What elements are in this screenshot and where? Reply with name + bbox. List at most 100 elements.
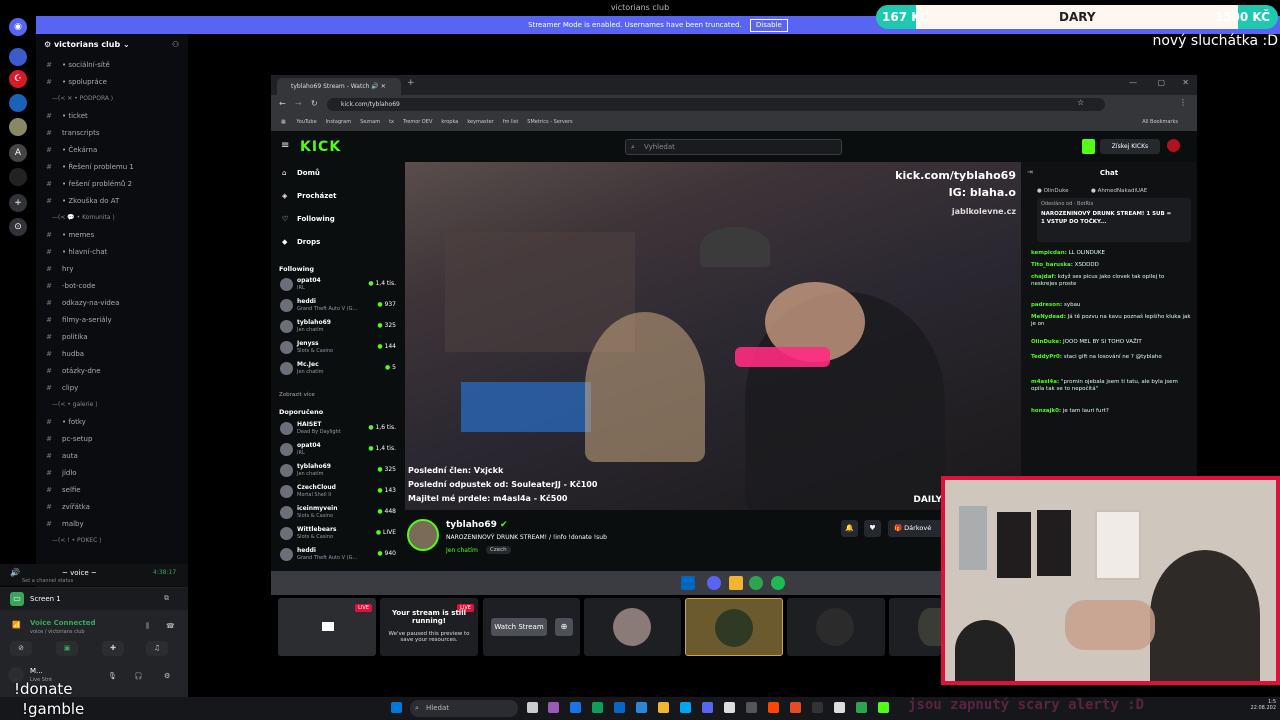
channel-item[interactable]: # otázky-dne — [36, 363, 188, 379]
participant-tile[interactable] — [685, 598, 783, 656]
channel-item[interactable]: # pc-setup — [36, 431, 188, 447]
popout-icon[interactable]: ⧉ — [164, 594, 169, 603]
app-icon[interactable] — [790, 702, 801, 713]
discord-home-icon[interactable]: ◉ — [9, 18, 27, 36]
heart-icon[interactable]: ♥ — [864, 520, 881, 537]
channel-list-item[interactable]: iceinmyvein Slots & Casino ● 448 — [279, 503, 399, 523]
bookmark-item[interactable]: Instagram — [326, 119, 351, 125]
nav-home[interactable]: Domů — [297, 169, 320, 177]
all-bookmarks[interactable]: All Bookmarks — [1142, 114, 1178, 131]
channel-item[interactable]: # selfie — [36, 482, 188, 498]
stream-tag[interactable]: Czech — [486, 546, 511, 554]
bookmark-item[interactable]: YouTube — [296, 119, 316, 125]
screen-share-row[interactable]: ▭ Screen 1 ⧉ — [0, 588, 188, 610]
popout-icon[interactable]: ⊕ — [555, 618, 573, 636]
channel-item[interactable]: # • hlavní-chat — [36, 244, 188, 260]
reload-icon[interactable]: ↻ — [311, 99, 318, 108]
voice-channel-row[interactable]: 🔊 ~ voice ~ 4:38:17 Set a channel status — [0, 564, 188, 586]
channel-item[interactable]: # hry — [36, 261, 188, 277]
collapse-icon[interactable]: ⇥ — [1027, 168, 1033, 176]
channel-list-item[interactable]: opat04 IRL ● 1,4 tis. — [279, 275, 399, 295]
participant-tile[interactable] — [584, 598, 681, 656]
microphone-icon[interactable]: 🎙 — [108, 672, 117, 680]
nav-drops[interactable]: Drops — [297, 238, 320, 246]
server-icon[interactable] — [9, 168, 27, 186]
channel-item[interactable]: # • fotky — [36, 414, 188, 430]
nav-browse[interactable]: Procházet — [297, 192, 336, 200]
channel-list-item[interactable]: Mc.Jec Jen chatím ● 5 — [279, 359, 399, 379]
start-icon[interactable] — [391, 702, 402, 713]
show-more-link[interactable]: Zobrazit více — [279, 392, 315, 398]
channel-list-item[interactable]: heddi Grand Theft Auto V (G... ● 940 — [279, 545, 399, 565]
channel-item[interactable]: # zvířátka — [36, 499, 188, 515]
back-icon[interactable]: ← — [279, 99, 286, 108]
share-preview[interactable]: LIVE — [278, 598, 376, 656]
channel-list-item[interactable]: tyblaho69 Jen chatím ● 325 — [279, 317, 399, 337]
bookmark-item[interactable]: Seznam — [360, 119, 380, 125]
chat-username[interactable]: honzajk0: — [1031, 408, 1061, 414]
taskbar-search[interactable]: ⌕ Hledat — [410, 700, 518, 717]
channel-list-item[interactable]: tyblaho69 Jen chatím ● 325 — [279, 461, 399, 481]
forward-icon[interactable]: → — [295, 99, 302, 108]
discord-icon[interactable] — [702, 702, 713, 713]
settings-gear-icon[interactable]: ⚙ — [164, 672, 170, 680]
channel-list-item[interactable]: heddi Grand Theft Auto V (G... ● 937 — [279, 296, 399, 316]
edge-icon[interactable] — [636, 702, 647, 713]
channel-item[interactable]: # • ticket — [36, 108, 188, 124]
app-icon[interactable] — [614, 702, 625, 713]
menu-icon[interactable]: ⋮ — [1179, 98, 1187, 107]
gift-sub-button[interactable]: 🎁 Dárkové — [888, 520, 943, 537]
channel-item[interactable]: # • memes — [36, 227, 188, 243]
add-server-icon[interactable]: + — [9, 194, 27, 212]
hamburger-icon[interactable]: ≡ — [281, 140, 289, 151]
app-icon[interactable] — [570, 702, 581, 713]
chat-username[interactable]: MeNydead: — [1031, 314, 1066, 320]
channel-list-item[interactable]: Wittlebears Slots & Casino ● LIVE — [279, 524, 399, 544]
channel-item[interactable]: # • sociální-sítě — [36, 57, 188, 73]
channel-list-item[interactable]: Jenyss Slots & Casino ● 144 — [279, 338, 399, 358]
stream-video[interactable]: kick.com/tyblaho69 IG: blaha.o jablkolev… — [405, 162, 1022, 510]
app-icon[interactable] — [812, 702, 823, 713]
channel-item[interactable]: # transcripts — [36, 125, 188, 141]
bell-icon[interactable]: 🔔 — [841, 520, 858, 537]
participant-tile[interactable] — [787, 598, 885, 656]
server-icon[interactable] — [9, 94, 27, 112]
app-icon[interactable] — [834, 702, 845, 713]
app-icon[interactable] — [724, 702, 735, 713]
channel-avatar[interactable] — [407, 519, 439, 551]
channel-item[interactable]: # clipy — [36, 380, 188, 396]
add-friend-icon[interactable]: ⚇ — [172, 40, 179, 49]
channel-category[interactable]: —(< 💬 • Komunita ⟩ — [36, 210, 188, 226]
chat-username[interactable]: padreson: — [1031, 302, 1062, 308]
bookmark-item[interactable]: fm list — [503, 119, 519, 125]
channel-item[interactable]: # jídlo — [36, 465, 188, 481]
chat-username[interactable]: OlinDuke: — [1031, 339, 1061, 345]
avatar[interactable] — [1167, 139, 1180, 152]
channel-category[interactable]: —(< • galerie ⟩ — [36, 397, 188, 413]
folder-icon[interactable] — [658, 702, 669, 713]
noise-icon[interactable]: ⫼ — [146, 622, 149, 631]
app-icon[interactable] — [768, 702, 779, 713]
channel-item[interactable]: # • Čekárna — [36, 142, 188, 158]
channel-item[interactable]: # malby — [36, 516, 188, 532]
channel-list-item[interactable]: CzechCloud Mortal Shell II ● 143 — [279, 482, 399, 502]
bookmark-item[interactable]: kropka — [441, 119, 458, 125]
activities-icon[interactable]: ✚ — [102, 641, 124, 656]
soundboard-icon[interactable]: ♫ — [146, 641, 168, 656]
close-icon[interactable]: ✕ — [1182, 78, 1189, 87]
kick-icon[interactable] — [878, 702, 889, 713]
channel-item[interactable]: # hudba — [36, 346, 188, 362]
headphones-icon[interactable]: 🎧 — [134, 672, 143, 680]
channel-item[interactable]: # • Řešení problemu 1 — [36, 159, 188, 175]
explore-icon[interactable]: ⊙ — [9, 218, 27, 236]
bookmark-star-icon[interactable]: ☆ — [1077, 98, 1084, 107]
chat-username[interactable]: TeddyPr0: — [1031, 354, 1062, 360]
server-name[interactable]: ⚙ victorians club ⌄ — [44, 40, 130, 49]
search-input[interactable]: ⌕ Vyhledat — [625, 139, 842, 155]
new-tab-icon[interactable]: + — [407, 78, 415, 88]
url-input[interactable]: kick.com/tyblaho69 — [327, 98, 1105, 111]
app-icon[interactable] — [592, 702, 603, 713]
channel-list-item[interactable]: HAISET Dead By Daylight ● 1,6 tis. — [279, 419, 399, 439]
channel-item[interactable]: # -bot-code — [36, 278, 188, 294]
channel-category[interactable]: —(< ! • POKEC ⟩ — [36, 533, 188, 549]
